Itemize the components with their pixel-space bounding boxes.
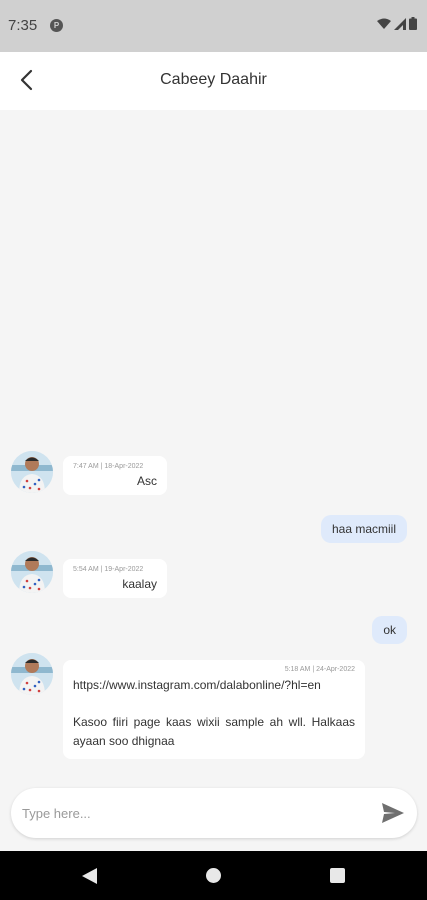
nav-home-icon[interactable] — [206, 868, 221, 883]
message-bubble-incoming[interactable]: 5:18 AM | 24-Apr-2022 https://www.instag… — [63, 660, 365, 759]
send-icon — [382, 803, 404, 823]
avatar[interactable] — [11, 451, 53, 493]
app-notification-icon: P — [50, 19, 63, 32]
signal-icon — [394, 17, 406, 30]
status-icons — [377, 17, 417, 30]
user-avatar-icon — [11, 653, 53, 695]
nav-recents-icon[interactable] — [330, 868, 345, 883]
chat-messages[interactable]: 7:47 AM | 18-Apr-2022 Asc haa macmiil 5:… — [0, 110, 427, 782]
avatar[interactable] — [11, 551, 53, 593]
system-nav-bar — [0, 851, 427, 900]
message-composer — [11, 788, 417, 838]
message-input[interactable] — [22, 798, 362, 828]
message-timestamp: 5:54 AM | 19-Apr-2022 — [73, 566, 144, 573]
message-text: Kasoo fiiri page kaas wixii sample ah wl… — [73, 715, 355, 748]
message-timestamp: 7:47 AM | 18-Apr-2022 — [73, 463, 144, 470]
message-text: kaalay — [122, 577, 157, 591]
battery-icon — [409, 17, 417, 30]
user-avatar-icon — [11, 451, 53, 493]
user-avatar-icon — [11, 551, 53, 593]
message-bubble-incoming[interactable]: 7:47 AM | 18-Apr-2022 Asc — [63, 456, 167, 495]
status-bar: 7:35 P — [0, 0, 427, 52]
message-bubble-incoming[interactable]: 5:54 AM | 19-Apr-2022 kaalay — [63, 559, 167, 598]
message-text: Asc — [136, 474, 157, 488]
chat-header: Cabeey Daahir — [0, 52, 427, 110]
message-bubble-outgoing[interactable]: haa macmiil — [320, 515, 407, 543]
message-bubble-outgoing[interactable]: ok — [372, 616, 407, 644]
avatar[interactable] — [11, 653, 53, 695]
wifi-icon — [377, 18, 391, 29]
status-time: 7:35 — [8, 17, 38, 34]
message-link[interactable]: https://www.instagram.com/dalabonline/?h… — [73, 676, 355, 695]
nav-back-icon[interactable] — [82, 868, 97, 884]
message-timestamp: 5:18 AM | 24-Apr-2022 — [284, 666, 355, 673]
send-button[interactable] — [379, 800, 407, 826]
contact-name: Cabeey Daahir — [160, 71, 267, 88]
